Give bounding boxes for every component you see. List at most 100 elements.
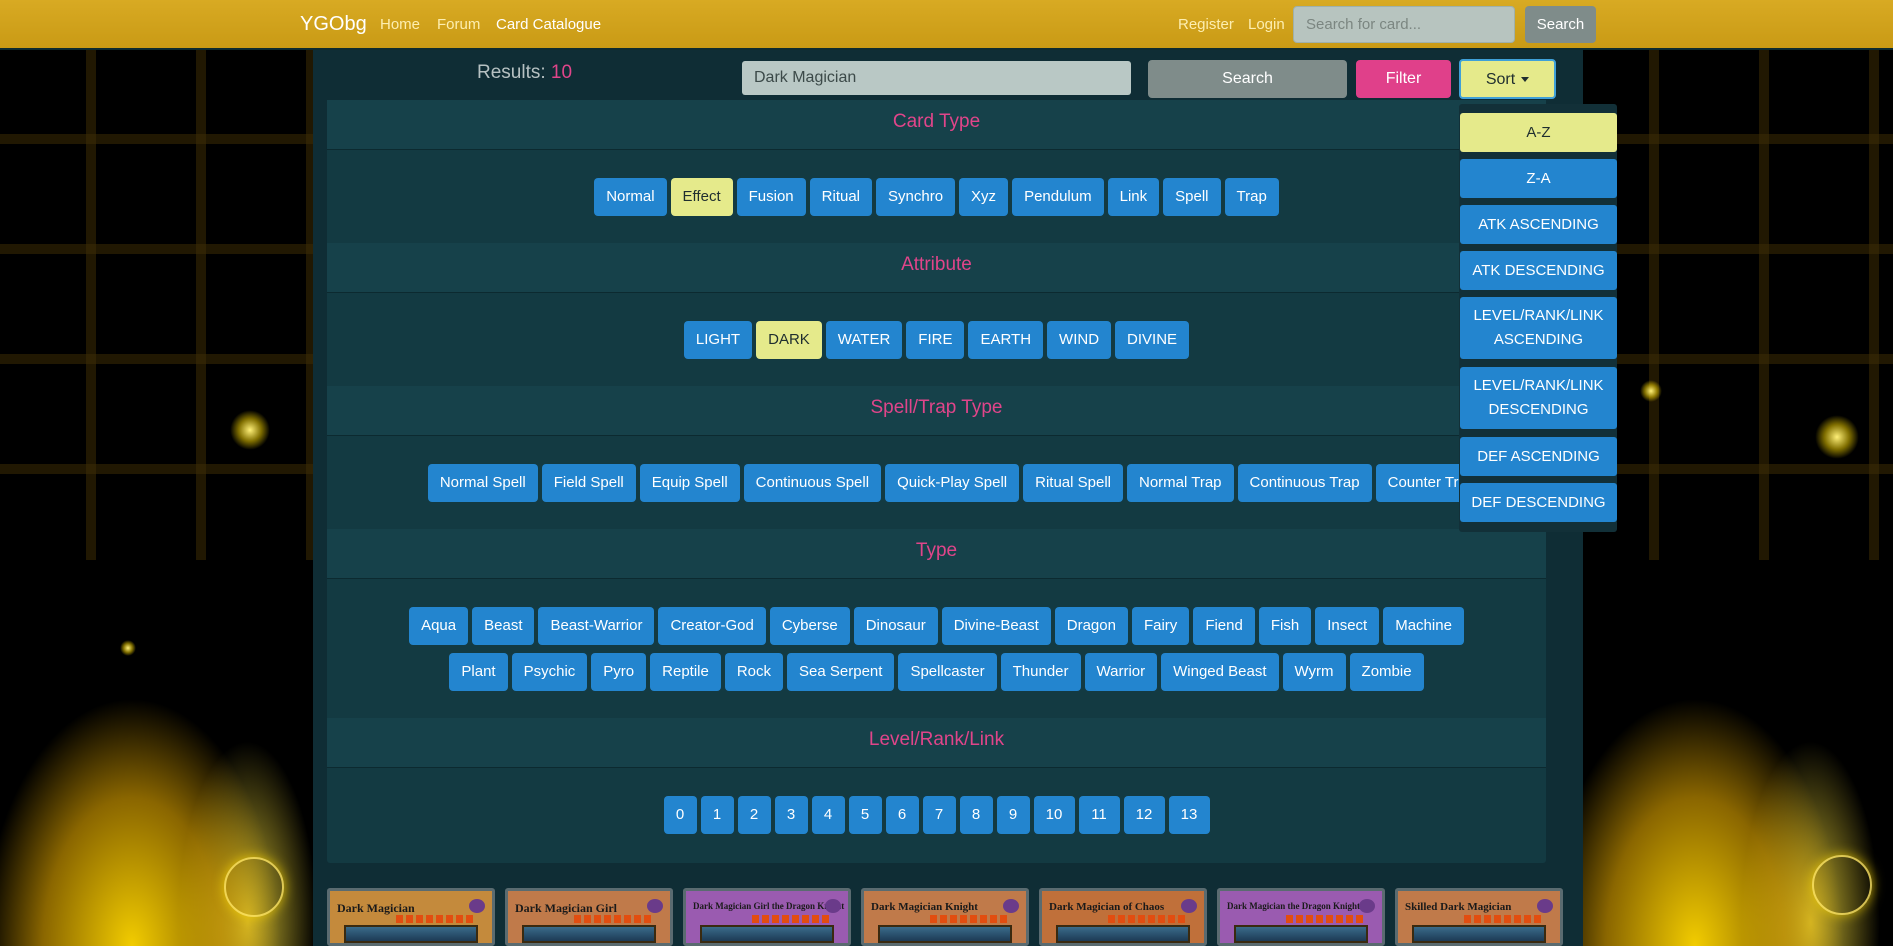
attribute-light-button[interactable]: LIGHT — [683, 321, 753, 359]
card-thumbnail[interactable]: Dark Magician Knight — [861, 888, 1029, 946]
sort-option-atk-descending[interactable]: ATK DESCENDING — [1460, 251, 1617, 290]
type-winged-beast-button[interactable]: Winged Beast — [1161, 653, 1279, 691]
card-thumbnail[interactable]: Dark Magician Girl the Dragon Knight — [683, 888, 851, 946]
card-name: Dark Magician Knight — [871, 901, 978, 913]
brand-logo[interactable]: YGObg — [300, 13, 367, 36]
card-name: Dark Magician — [337, 901, 415, 915]
card-thumbnail[interactable]: Dark Magician the Dragon Knight — [1217, 888, 1385, 946]
card-thumbnail[interactable]: Dark Magician Girl — [505, 888, 673, 946]
spell-trap-type-options: Normal Spell Field Spell Equip Spell Contin… — [327, 464, 1546, 502]
card-thumbnail[interactable]: Dark Magician — [327, 888, 495, 946]
nav-register-link[interactable]: Register — [1178, 16, 1234, 33]
card-thumbnail[interactable]: Dark Magician of Chaos — [1039, 888, 1207, 946]
nav-home-link[interactable]: Home — [380, 16, 420, 33]
type-aqua-button[interactable]: Aqua — [409, 607, 469, 645]
spell-trap-field-spell-button[interactable]: Field Spell — [541, 464, 636, 502]
type-wyrm-button[interactable]: Wyrm — [1282, 653, 1346, 691]
type-dragon-button[interactable]: Dragon — [1054, 607, 1128, 645]
type-fish-button[interactable]: Fish — [1258, 607, 1312, 645]
level-3-button[interactable]: 3 — [774, 796, 808, 834]
type-beast-button[interactable]: Beast — [472, 607, 535, 645]
level-0-button[interactable]: 0 — [663, 796, 697, 834]
nav-login-link[interactable]: Login — [1248, 16, 1285, 33]
card-thumbnail[interactable]: Skilled Dark Magician — [1395, 888, 1563, 946]
spell-trap-continuous-spell-button[interactable]: Continuous Spell — [743, 464, 882, 502]
card-type-normal-button[interactable]: Normal — [594, 178, 667, 216]
card-name: Dark Magician Girl — [515, 901, 617, 915]
attribute-water-button[interactable]: WATER — [825, 321, 903, 359]
type-pyro-button[interactable]: Pyro — [591, 653, 647, 691]
sort-option-a-z[interactable]: A-Z — [1460, 113, 1617, 152]
sort-option-def-ascending[interactable]: DEF ASCENDING — [1460, 437, 1617, 476]
type-divine-beast-button[interactable]: Divine-Beast — [941, 607, 1051, 645]
sort-option-level-ascending[interactable]: LEVEL/RANK/LINK ASCENDING — [1460, 297, 1617, 359]
level-9-button[interactable]: 9 — [996, 796, 1030, 834]
type-warrior-button[interactable]: Warrior — [1084, 653, 1158, 691]
level-11-button[interactable]: 11 — [1078, 796, 1120, 834]
card-name: Dark Magician of Chaos — [1049, 901, 1165, 913]
type-psychic-button[interactable]: Psychic — [511, 653, 588, 691]
filter-button[interactable]: Filter — [1356, 60, 1451, 98]
type-plant-button[interactable]: Plant — [449, 653, 508, 691]
level-13-button[interactable]: 13 — [1168, 796, 1210, 834]
type-fairy-button[interactable]: Fairy — [1131, 607, 1190, 645]
spell-trap-normal-spell-button[interactable]: Normal Spell — [427, 464, 538, 502]
sort-option-atk-ascending[interactable]: ATK ASCENDING — [1460, 205, 1617, 244]
level-8-button[interactable]: 8 — [959, 796, 993, 834]
type-cyberse-button[interactable]: Cyberse — [769, 607, 850, 645]
results-number: 10 — [550, 62, 573, 83]
type-beast-warrior-button[interactable]: Beast-Warrior — [538, 607, 655, 645]
card-type-trap-button[interactable]: Trap — [1224, 178, 1279, 216]
level-5-button[interactable]: 5 — [848, 796, 882, 834]
level-6-button[interactable]: 6 — [885, 796, 919, 834]
type-fiend-button[interactable]: Fiend — [1193, 607, 1255, 645]
level-7-button[interactable]: 7 — [922, 796, 956, 834]
card-search-button[interactable]: Search — [1148, 60, 1347, 98]
card-type-fusion-button[interactable]: Fusion — [736, 178, 806, 216]
nav-card-catalogue-link[interactable]: Card Catalogue — [496, 16, 601, 33]
nav-search-input[interactable]: Search for card... — [1293, 6, 1515, 43]
attribute-dark-button[interactable]: DARK — [756, 321, 822, 359]
nav-forum-link[interactable]: Forum — [437, 16, 480, 33]
card-type-link-button[interactable]: Link — [1107, 178, 1160, 216]
card-artwork — [344, 925, 478, 943]
type-dinosaur-button[interactable]: Dinosaur — [853, 607, 938, 645]
level-1-button[interactable]: 1 — [700, 796, 734, 834]
card-type-ritual-button[interactable]: Ritual — [809, 178, 873, 216]
spell-trap-equip-spell-button[interactable]: Equip Spell — [639, 464, 740, 502]
card-type-synchro-button[interactable]: Synchro — [876, 178, 956, 216]
spell-trap-continuous-trap-button[interactable]: Continuous Trap — [1237, 464, 1372, 502]
card-type-spell-button[interactable]: Spell — [1163, 178, 1221, 216]
sort-button[interactable]: Sort — [1459, 59, 1556, 99]
type-reptile-button[interactable]: Reptile — [650, 653, 721, 691]
type-zombie-button[interactable]: Zombie — [1349, 653, 1424, 691]
type-machine-button[interactable]: Machine — [1383, 607, 1464, 645]
attribute-fire-button[interactable]: FIRE — [906, 321, 965, 359]
filter-panel: Card Type Normal Effect Fusion Ritual Synchr… — [327, 100, 1546, 863]
type-creator-god-button[interactable]: Creator-God — [658, 607, 766, 645]
level-10-button[interactable]: 10 — [1033, 796, 1075, 834]
level-12-button[interactable]: 12 — [1123, 796, 1165, 834]
type-rock-button[interactable]: Rock — [724, 653, 784, 691]
card-search-input[interactable]: Dark Magician — [742, 61, 1131, 95]
card-type-xyz-button[interactable]: Xyz — [959, 178, 1009, 216]
sort-option-level-descending[interactable]: LEVEL/RANK/LINK DESCENDING — [1460, 367, 1617, 429]
type-sea-serpent-button[interactable]: Sea Serpent — [787, 653, 895, 691]
type-spellcaster-button[interactable]: Spellcaster — [898, 653, 997, 691]
attribute-earth-button[interactable]: EARTH — [968, 321, 1044, 359]
sort-option-z-a[interactable]: Z-A — [1460, 159, 1617, 198]
type-thunder-button[interactable]: Thunder — [1000, 653, 1081, 691]
level-4-button[interactable]: 4 — [811, 796, 845, 834]
spell-trap-quick-play-spell-button[interactable]: Quick-Play Spell — [885, 464, 1020, 502]
type-insect-button[interactable]: Insect — [1315, 607, 1380, 645]
attribute-wind-button[interactable]: WIND — [1047, 321, 1112, 359]
level-2-button[interactable]: 2 — [737, 796, 771, 834]
nav-search-button[interactable]: Search — [1525, 6, 1596, 43]
card-type-effect-button[interactable]: Effect — [670, 178, 733, 216]
card-type-pendulum-button[interactable]: Pendulum — [1012, 178, 1104, 216]
sort-option-def-descending[interactable]: DEF DESCENDING — [1460, 483, 1617, 522]
attribute-divine-button[interactable]: DIVINE — [1115, 321, 1190, 359]
spell-trap-normal-trap-button[interactable]: Normal Trap — [1127, 464, 1234, 502]
spell-trap-ritual-spell-button[interactable]: Ritual Spell — [1023, 464, 1123, 502]
card-artwork — [700, 925, 834, 943]
